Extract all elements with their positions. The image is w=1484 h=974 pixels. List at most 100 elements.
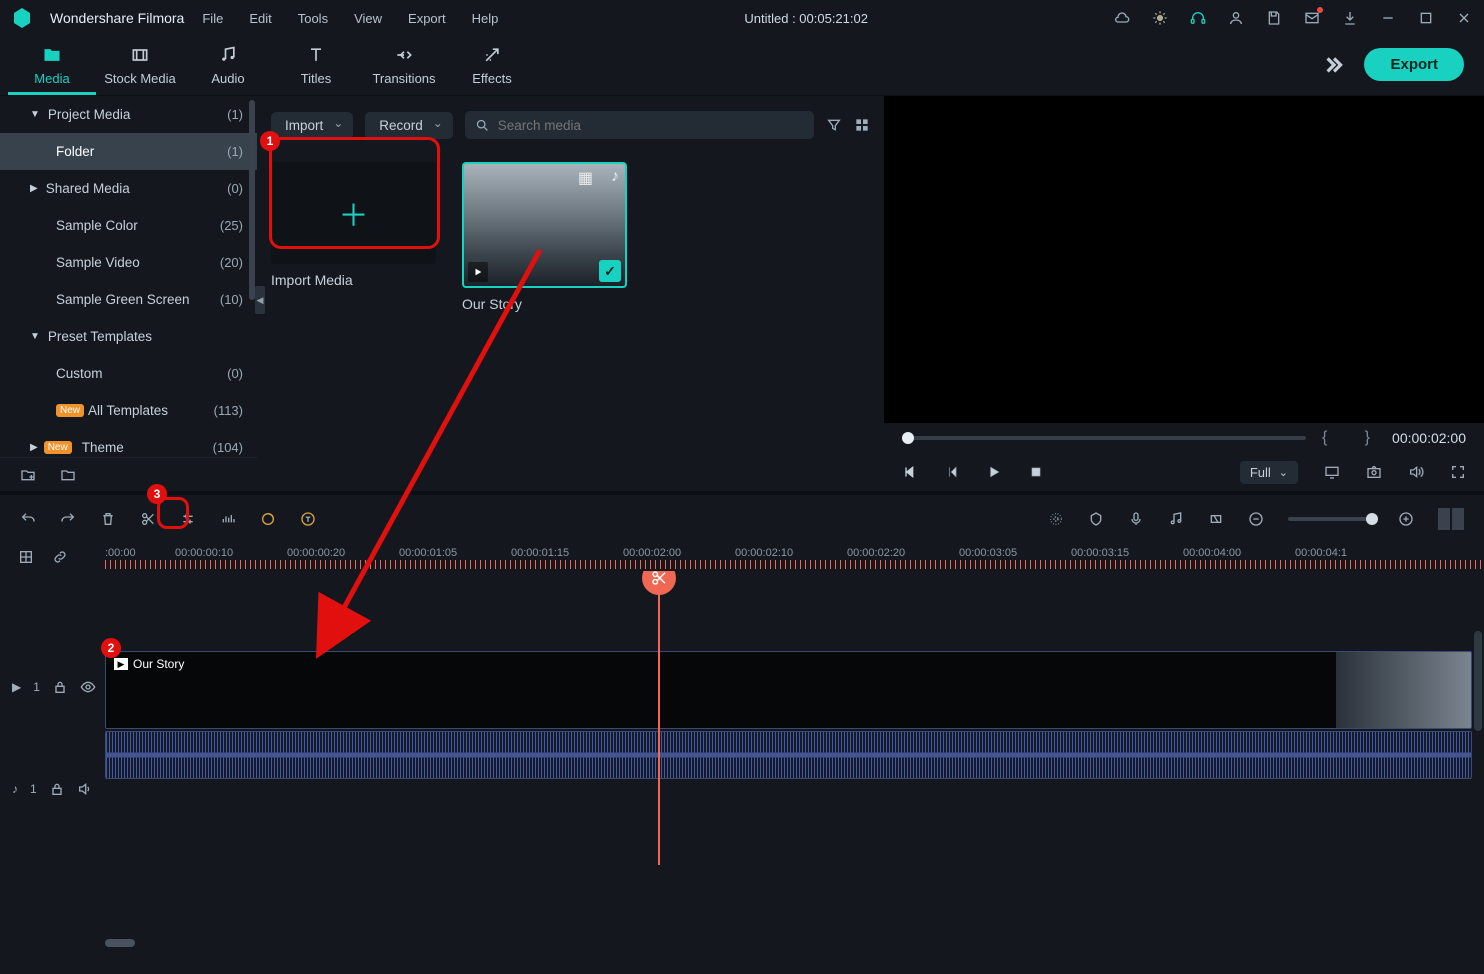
adjust-icon[interactable] xyxy=(180,511,196,527)
timecode-display: 00:00:02:00 xyxy=(1392,430,1466,446)
trash-icon[interactable] xyxy=(100,511,116,527)
import-dropdown[interactable]: Import xyxy=(271,112,353,139)
tab-stock-media[interactable]: Stock Media xyxy=(96,40,184,95)
preview-display xyxy=(884,96,1484,423)
timeline-ruler[interactable]: :00:00 00:00:00:10 00:00:00:20 00:00:01:… xyxy=(0,543,1484,571)
track-header-icon[interactable] xyxy=(18,549,34,565)
timeline-scrollbar-vertical[interactable] xyxy=(1474,631,1482,731)
eq-icon[interactable] xyxy=(220,511,236,527)
save-icon[interactable] xyxy=(1266,10,1282,26)
audio-track-header[interactable]: ♪1 xyxy=(0,781,105,797)
speed-icon[interactable]: T xyxy=(300,511,316,527)
undo-icon[interactable] xyxy=(20,511,36,527)
lock-icon-2[interactable] xyxy=(49,781,65,797)
mic-icon[interactable] xyxy=(1128,511,1144,527)
sidebar-item-project-media[interactable]: ▼Project Media(1) xyxy=(0,96,257,133)
seek-slider[interactable] xyxy=(902,436,1306,440)
playhead[interactable] xyxy=(658,571,660,865)
profile-icon[interactable] xyxy=(1228,10,1244,26)
menu-view[interactable]: View xyxy=(354,11,382,26)
redo-icon[interactable] xyxy=(60,511,76,527)
quality-select[interactable]: Full⌄ xyxy=(1240,461,1298,484)
step-back-icon[interactable] xyxy=(944,464,960,480)
link-icon[interactable] xyxy=(52,549,68,565)
playhead-split-icon[interactable] xyxy=(642,571,676,595)
color-icon[interactable] xyxy=(260,511,276,527)
scissors-icon[interactable] xyxy=(140,511,156,527)
display-icon[interactable] xyxy=(1324,464,1340,480)
video-track-header[interactable]: ▶1 xyxy=(0,679,105,695)
crop-icon[interactable] xyxy=(1208,511,1224,527)
sidebar-item-shared-media[interactable]: ▶Shared Media(0) xyxy=(0,170,257,207)
menu-help[interactable]: Help xyxy=(472,11,499,26)
marker-icon[interactable] xyxy=(1088,511,1104,527)
eye-icon[interactable] xyxy=(80,679,96,695)
sidebar-item-custom[interactable]: Custom(0) xyxy=(0,355,257,392)
mix-icon[interactable] xyxy=(1048,511,1064,527)
export-button[interactable]: Export xyxy=(1364,48,1464,81)
grid-view-icon[interactable] xyxy=(854,117,870,133)
collapse-sidebar-handle[interactable]: ◀ xyxy=(255,286,265,314)
video-clip[interactable]: ▶Our Story xyxy=(105,651,1472,729)
record-dropdown[interactable]: Record xyxy=(365,112,453,139)
stop-icon[interactable] xyxy=(1028,464,1044,480)
media-search[interactable] xyxy=(465,111,814,139)
lock-icon[interactable] xyxy=(52,679,68,695)
minimize-icon[interactable] xyxy=(1380,10,1396,26)
menu-file[interactable]: File xyxy=(202,11,223,26)
tab-effects-label: Effects xyxy=(472,71,512,86)
cloud-icon[interactable] xyxy=(1114,10,1130,26)
fullscreen-icon[interactable] xyxy=(1450,464,1466,480)
collapse-tabs-icon[interactable] xyxy=(1320,53,1346,79)
speaker-icon[interactable] xyxy=(77,781,93,797)
zoom-out-icon[interactable] xyxy=(1248,511,1264,527)
music-icon[interactable] xyxy=(1168,511,1184,527)
brightness-icon[interactable] xyxy=(1152,10,1168,26)
filter-icon[interactable] xyxy=(826,117,842,133)
maximize-icon[interactable] xyxy=(1418,10,1434,26)
sidebar-item-sample-video[interactable]: Sample Video(20) xyxy=(0,244,257,281)
sidebar-item-preset[interactable]: ▼Preset Templates xyxy=(0,318,257,355)
tab-stock-label: Stock Media xyxy=(104,71,176,86)
import-media-card[interactable]: ＋ Import Media xyxy=(271,162,436,288)
close-icon[interactable] xyxy=(1456,10,1472,26)
sidebar-item-all-templates[interactable]: NewAll Templates(113) xyxy=(0,392,257,429)
zoom-slider[interactable] xyxy=(1288,517,1374,521)
zoom-in-icon[interactable] xyxy=(1398,511,1414,527)
tab-media[interactable]: Media xyxy=(8,40,96,95)
timeline-scrollbar-horizontal[interactable] xyxy=(105,939,135,947)
timeline-toolbar: T xyxy=(0,495,1484,543)
menu-tools[interactable]: Tools xyxy=(298,11,328,26)
app-name: Wondershare Filmora xyxy=(50,10,184,26)
folder-icon[interactable] xyxy=(60,467,76,483)
play-button-icon[interactable] xyxy=(986,464,1002,480)
sidebar-scrollbar[interactable] xyxy=(249,100,255,300)
tab-audio[interactable]: Audio xyxy=(184,40,272,95)
menu-edit[interactable]: Edit xyxy=(249,11,271,26)
media-clip-card[interactable]: ▦ ♪ ✓ Our Story xyxy=(462,162,627,288)
snapshot-icon[interactable] xyxy=(1366,464,1382,480)
download-icon[interactable] xyxy=(1342,10,1358,26)
tab-effects[interactable]: Effects xyxy=(448,40,536,95)
tab-titles[interactable]: Titles xyxy=(272,40,360,95)
new-bin-icon[interactable] xyxy=(20,467,36,483)
menubar: File Edit Tools View Export Help xyxy=(202,11,498,26)
sidebar-item-sample-green[interactable]: Sample Green Screen(10) xyxy=(0,281,257,318)
sidebar-item-folder[interactable]: Folder(1) xyxy=(0,133,257,170)
prev-frame-icon[interactable] xyxy=(902,464,918,480)
timeline-view-toggle[interactable] xyxy=(1438,508,1464,530)
tab-transitions[interactable]: Transitions xyxy=(360,40,448,95)
search-icon xyxy=(475,117,490,133)
clip-label: Our Story xyxy=(462,296,627,312)
timeline: ▶1 ♪1 ▶Our Story xyxy=(0,571,1484,951)
menu-export[interactable]: Export xyxy=(408,11,446,26)
tab-transitions-label: Transitions xyxy=(372,71,435,86)
check-icon: ✓ xyxy=(599,260,621,282)
mail-icon[interactable] xyxy=(1304,10,1320,26)
sidebar-item-sample-color[interactable]: Sample Color(25) xyxy=(0,207,257,244)
search-input[interactable] xyxy=(498,118,804,133)
in-out-braces[interactable]: { } xyxy=(1322,429,1376,447)
headphones-icon[interactable] xyxy=(1190,10,1206,26)
audio-clip[interactable] xyxy=(105,731,1472,779)
volume-icon[interactable] xyxy=(1408,464,1424,480)
